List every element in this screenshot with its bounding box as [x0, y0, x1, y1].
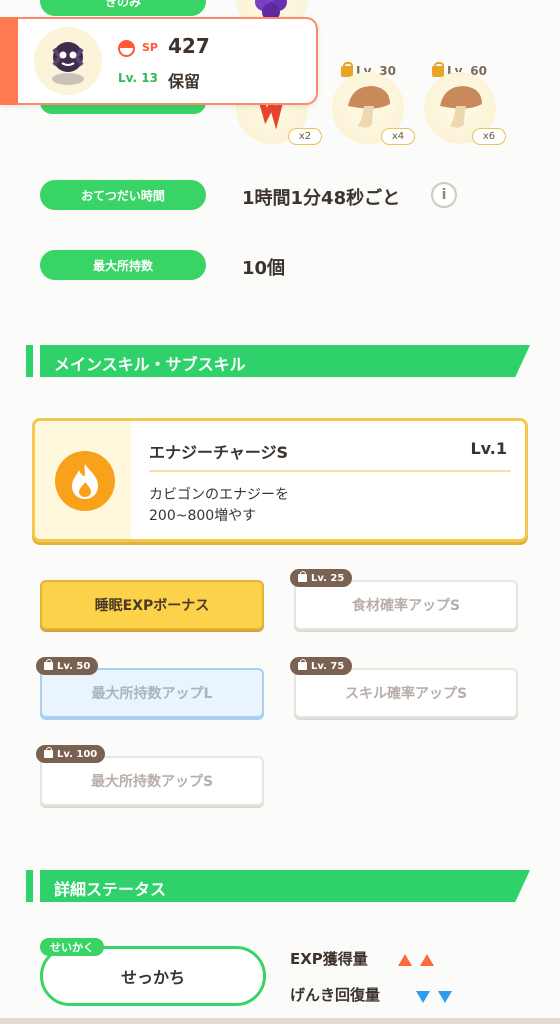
down-arrow-icon: [438, 991, 453, 1003]
exp-gain-up-arrows: [398, 951, 437, 970]
main-skill-name: エナジーチャージS: [149, 443, 289, 462]
lock-icon: [298, 659, 307, 670]
energy-recovery-label: げんき回復量: [290, 986, 381, 1004]
pokemon-summary-card[interactable]: SP 427 Lv. 13 保留: [0, 17, 318, 105]
help-time-value: 1時間1分48秒ごと: [242, 188, 401, 209]
exp-gain-label: EXP獲得量: [290, 950, 368, 968]
energy-recovery-down-arrows: [416, 988, 455, 1007]
nature-tag: せいかく: [40, 938, 104, 956]
lock-icon: [44, 747, 53, 758]
sub-skill-3-lock: Lv. 50: [36, 657, 99, 675]
sub-skill-2[interactable]: 食材確率アップS: [294, 580, 518, 630]
fire-icon: [55, 451, 115, 511]
main-skill-card[interactable]: エナジーチャージS Lv.1 カビゴンのエナジーを 200~800増やす: [32, 418, 528, 542]
main-skill-level: Lv.1: [470, 439, 507, 458]
down-arrow-icon: [416, 991, 430, 1003]
bottom-edge: [0, 1018, 560, 1024]
sp-label: SP: [142, 41, 158, 54]
lock-icon: [298, 571, 307, 582]
sub-skill-4-lock: Lv. 75: [290, 657, 353, 675]
main-skill-desc-line1: カビゴンのエナジーを: [149, 487, 289, 503]
berry-label-pill: きのみ: [40, 0, 206, 16]
pokemon-status: 保留: [168, 72, 201, 91]
help-time-label: おてつだい時間: [81, 188, 165, 203]
sub-skill-2-lock: Lv. 25: [290, 569, 353, 587]
skills-section-title: メインスキル・サブスキル: [54, 355, 246, 374]
card-accent-stripe: [0, 17, 18, 105]
skills-section-header: メインスキル・サブスキル: [26, 345, 530, 377]
pokemon-level: Lv. 13: [118, 71, 158, 85]
sub-skill-5-lock: Lv. 100: [36, 745, 106, 763]
sub-skill-3[interactable]: 最大所持数アップL: [40, 668, 264, 718]
ingredient-qty-1: x2: [288, 128, 322, 145]
max-carry-value: 10個: [242, 258, 286, 279]
main-skill-desc-line2: 200~800増やす: [149, 508, 257, 524]
status-section-header: 詳細ステータス: [26, 870, 530, 902]
ingredient-qty-2: x4: [381, 128, 415, 145]
up-arrow-icon: [398, 954, 412, 966]
info-icon[interactable]: i: [431, 182, 457, 208]
main-skill-divider: [149, 470, 511, 472]
sub-skill-5[interactable]: 最大所持数アップS: [40, 756, 264, 806]
status-section-title: 詳細ステータス: [54, 880, 167, 899]
nature-value: せっかち: [120, 968, 185, 987]
max-carry-label: 最大所持数: [92, 258, 153, 273]
gastly-icon: [52, 42, 84, 85]
pokeball-icon: [118, 40, 135, 57]
ingredient-qty-3: x6: [472, 128, 506, 145]
pokemon-avatar: [34, 27, 102, 95]
max-carry-label-pill: 最大所持数: [40, 250, 206, 280]
help-time-label-pill: おてつだい時間: [40, 180, 206, 210]
sub-skill-1[interactable]: 睡眠EXPボーナス: [40, 580, 264, 630]
up-arrow-icon: [420, 954, 435, 966]
sub-skill-4[interactable]: スキル確率アップS: [294, 668, 518, 718]
sp-value: 427: [168, 34, 210, 58]
lock-icon: [44, 659, 53, 670]
berry-label: きのみ: [104, 0, 141, 9]
